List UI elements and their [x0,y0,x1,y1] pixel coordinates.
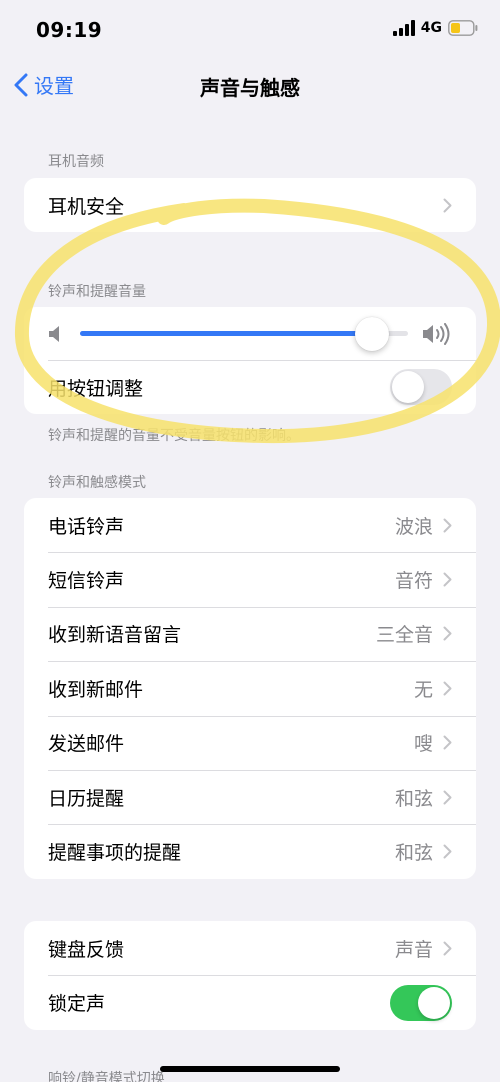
volume-slider-row [24,307,476,360]
sent-mail-row[interactable]: 发送邮件 嗖 [24,715,476,770]
navigation-bar: 设置 声音与触感 [0,62,500,108]
ringer-volume-footer: 铃声和提醒的音量不受音量按钮的影响。 [48,428,300,444]
battery-icon [448,20,478,36]
row-value: 嗖 [413,733,433,756]
volume-slider-thumb[interactable] [354,316,389,351]
volume-low-icon [49,325,59,342]
row-label: 用按钮调整 [48,377,144,400]
volume-slider-fill [80,331,372,336]
volume-high-icon [423,322,450,345]
lock-sound-row: 锁定声 [24,975,476,1029]
chevron-right-icon [443,572,452,587]
ringer-volume-group: 用按钮调整 [24,307,476,415]
home-indicator [160,1066,340,1072]
lock-sound-toggle[interactable] [390,984,452,1021]
row-label: 收到新邮件 [48,678,144,701]
row-label: 耳机安全 [48,195,125,218]
status-time: 09:19 [36,18,103,42]
row-value: 无 [413,678,433,701]
new-mail-row[interactable]: 收到新邮件 无 [24,661,476,715]
row-label: 短信铃声 [48,570,125,593]
row-label: 发送邮件 [48,733,125,756]
volume-slider[interactable] [80,316,408,351]
row-value: 和弦 [394,842,433,865]
sound-patterns-group: 电话铃声 波浪 短信铃声 音符 收到新语音留言 三全音 收到新邮件 无 发送邮件… [24,498,476,879]
status-indicators: 4G [392,20,478,36]
chevron-right-icon [443,790,452,805]
headphone-group: 耳机安全 [24,178,476,233]
change-with-buttons-row: 用按钮调整 [24,360,476,414]
system-sounds-group: 键盘反馈 声音 锁定声 [24,921,476,1030]
keyboard-feedback-row[interactable]: 键盘反馈 声音 [24,921,476,975]
headphone-safety-row[interactable]: 耳机安全 [24,178,476,232]
row-label: 提醒事项的提醒 [48,842,182,865]
row-value: 声音 [394,938,433,961]
row-value: 和弦 [394,787,433,810]
row-label: 收到新语音留言 [48,624,182,647]
change-with-buttons-toggle[interactable] [390,369,452,406]
toggle-knob [392,371,424,404]
text-tone-row[interactable]: 短信铃声 音符 [24,552,476,606]
section-header-headphone-audio: 耳机音频 [48,154,104,170]
chevron-right-icon [443,844,452,859]
ringtone-row[interactable]: 电话铃声 波浪 [24,498,476,552]
chevron-right-icon [443,626,452,641]
chevron-right-icon [443,941,452,956]
calendar-alerts-row[interactable]: 日历提醒 和弦 [24,769,476,824]
row-label: 锁定声 [48,993,106,1016]
section-header-sound-patterns: 铃声和触感模式 [48,475,146,491]
row-value: 三全音 [375,624,433,647]
reminder-alerts-row[interactable]: 提醒事项的提醒 和弦 [24,824,476,878]
toggle-knob [418,986,450,1019]
section-header-ringer-volume: 铃声和提醒音量 [48,284,146,300]
row-label: 键盘反馈 [48,938,125,961]
status-bar: 09:19 4G [0,0,500,60]
page-title: 声音与触感 [200,76,300,100]
new-voicemail-row[interactable]: 收到新语音留言 三全音 [24,606,476,661]
chevron-right-icon [443,518,452,533]
network-type: 4G [420,20,442,36]
signal-icon [392,20,415,36]
section-header-ring-silent-switch: 响铃/静音模式切换 [48,1071,165,1082]
chevron-right-icon [443,735,452,750]
row-label: 日历提醒 [48,787,125,810]
chevron-right-icon [443,198,452,213]
chevron-right-icon [443,681,452,696]
row-label: 电话铃声 [48,515,125,538]
row-value: 音符 [394,570,433,593]
row-value: 波浪 [394,515,433,538]
